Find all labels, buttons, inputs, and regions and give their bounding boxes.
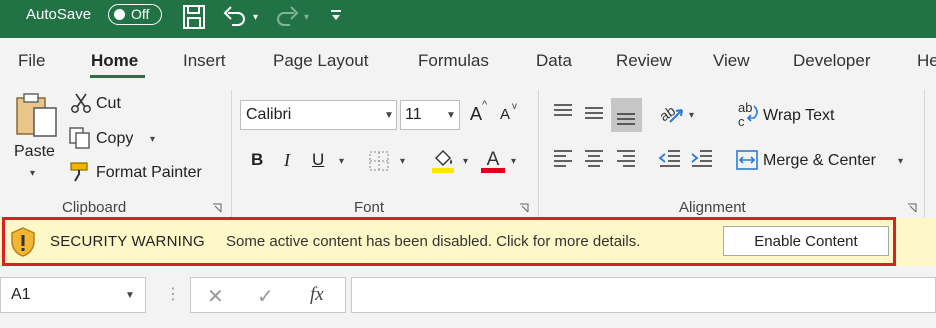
tab-review[interactable]: Review [616,51,672,71]
tab-home[interactable]: Home [91,51,138,71]
paste-label[interactable]: Paste [14,143,55,161]
highlight-box [2,217,896,266]
toggle-knob [114,9,125,20]
borders-dropdown-icon[interactable]: ▾ [400,156,405,167]
svg-text:c: c [738,114,745,128]
paste-dropdown-icon[interactable]: ▾ [30,168,35,179]
tab-page-layout[interactable]: Page Layout [273,51,368,71]
shrink-font-button[interactable]: A [500,106,510,123]
font-color-icon[interactable]: A [480,146,506,174]
redo-dropdown-icon[interactable]: ▾ [304,12,309,23]
align-center-icon[interactable] [583,148,605,168]
group-separator [538,90,539,218]
font-name-value: Calibri [246,106,292,123]
top-align-icon[interactable] [552,102,574,122]
save-icon[interactable] [182,4,206,30]
tab-formulas[interactable]: Formulas [418,51,489,71]
tab-help[interactable]: He [917,51,936,71]
font-dialog-launcher-icon[interactable] [519,203,529,213]
ribbon-tabs: File Home Insert Page Layout Formulas Da… [0,38,936,78]
merge-center-dropdown-icon[interactable]: ▾ [898,156,903,167]
middle-align-icon[interactable] [583,102,605,122]
title-bar: AutoSave Off ▾ ▾ [0,0,936,38]
align-right-icon[interactable] [615,148,637,168]
shrink-font-caret-icon: v [512,101,517,112]
group-separator [231,90,232,218]
font-color-glyph: A [487,149,500,170]
fill-color-icon[interactable] [430,146,456,174]
format-painter-icon[interactable] [68,160,92,184]
underline-button[interactable]: U [312,150,324,170]
insert-function-icon[interactable]: fx [310,284,324,306]
cancel-icon[interactable]: ✕ [207,284,224,309]
paste-icon[interactable] [14,92,60,140]
alignment-dialog-launcher-icon[interactable] [907,203,917,213]
tab-data[interactable]: Data [536,51,572,71]
tab-file[interactable]: File [18,51,45,71]
undo-icon[interactable] [222,4,248,28]
name-box-value: A1 [11,286,31,303]
font-group-label: Font [354,199,385,216]
grow-font-caret-icon: ^ [482,99,488,111]
redo-icon[interactable] [274,4,300,28]
merge-center-label[interactable]: Merge & Center [763,152,876,170]
decrease-indent-icon[interactable] [658,148,682,168]
clipboard-group-label: Clipboard [62,199,127,216]
merge-center-icon[interactable] [736,150,758,170]
underline-dropdown-icon[interactable]: ▾ [339,156,344,167]
align-left-icon[interactable] [552,148,574,168]
font-size-dropdown-icon[interactable]: ▼ [446,110,456,121]
borders-icon[interactable] [368,150,390,172]
orientation-dropdown-icon[interactable]: ▾ [689,110,694,121]
enter-icon[interactable]: ✓ [257,284,274,309]
alignment-group-label: Alignment [679,199,746,216]
formula-input[interactable] [351,277,936,313]
fill-color-dropdown-icon[interactable]: ▾ [463,156,468,167]
tab-insert[interactable]: Insert [183,51,226,71]
customize-toolbar-icon[interactable] [330,9,342,21]
increase-indent-icon[interactable] [690,148,714,168]
name-box-dropdown-icon[interactable]: ▼ [125,290,135,301]
copy-dropdown-icon[interactable]: ▾ [150,134,155,145]
tab-developer[interactable]: Developer [793,51,871,71]
font-color-dropdown-icon[interactable]: ▾ [511,156,516,167]
autosave-state: Off [131,6,150,22]
wrap-text-icon[interactable]: ab c [737,100,761,128]
ribbon [0,78,936,216]
cut-icon[interactable] [70,92,92,114]
cut-label[interactable]: Cut [96,95,121,113]
format-painter-label[interactable]: Format Painter [96,164,202,182]
bold-button[interactable]: B [251,150,263,170]
group-separator [924,90,925,218]
tab-view[interactable]: View [713,51,750,71]
autosave-label: AutoSave [26,6,92,23]
autosave-toggle[interactable]: Off [108,4,162,25]
undo-dropdown-icon[interactable]: ▾ [253,12,258,23]
svg-text:ab: ab [738,100,752,115]
formula-bar-splitter-icon[interactable]: ⋮ [165,284,181,304]
bottom-align-icon[interactable] [615,104,637,128]
svg-text:ab: ab [658,102,678,124]
grow-font-button[interactable]: A [470,104,482,125]
copy-icon[interactable] [68,126,92,150]
wrap-text-label[interactable]: Wrap Text [763,107,834,125]
font-size-value: 11 [405,106,422,123]
font-name-dropdown-icon[interactable]: ▼ [384,110,394,121]
orientation-icon[interactable]: ab [658,100,686,126]
clipboard-dialog-launcher-icon[interactable] [212,203,222,213]
font-name-combobox[interactable]: Calibri [240,100,397,130]
italic-button[interactable]: I [284,150,290,171]
copy-label[interactable]: Copy [96,130,133,148]
